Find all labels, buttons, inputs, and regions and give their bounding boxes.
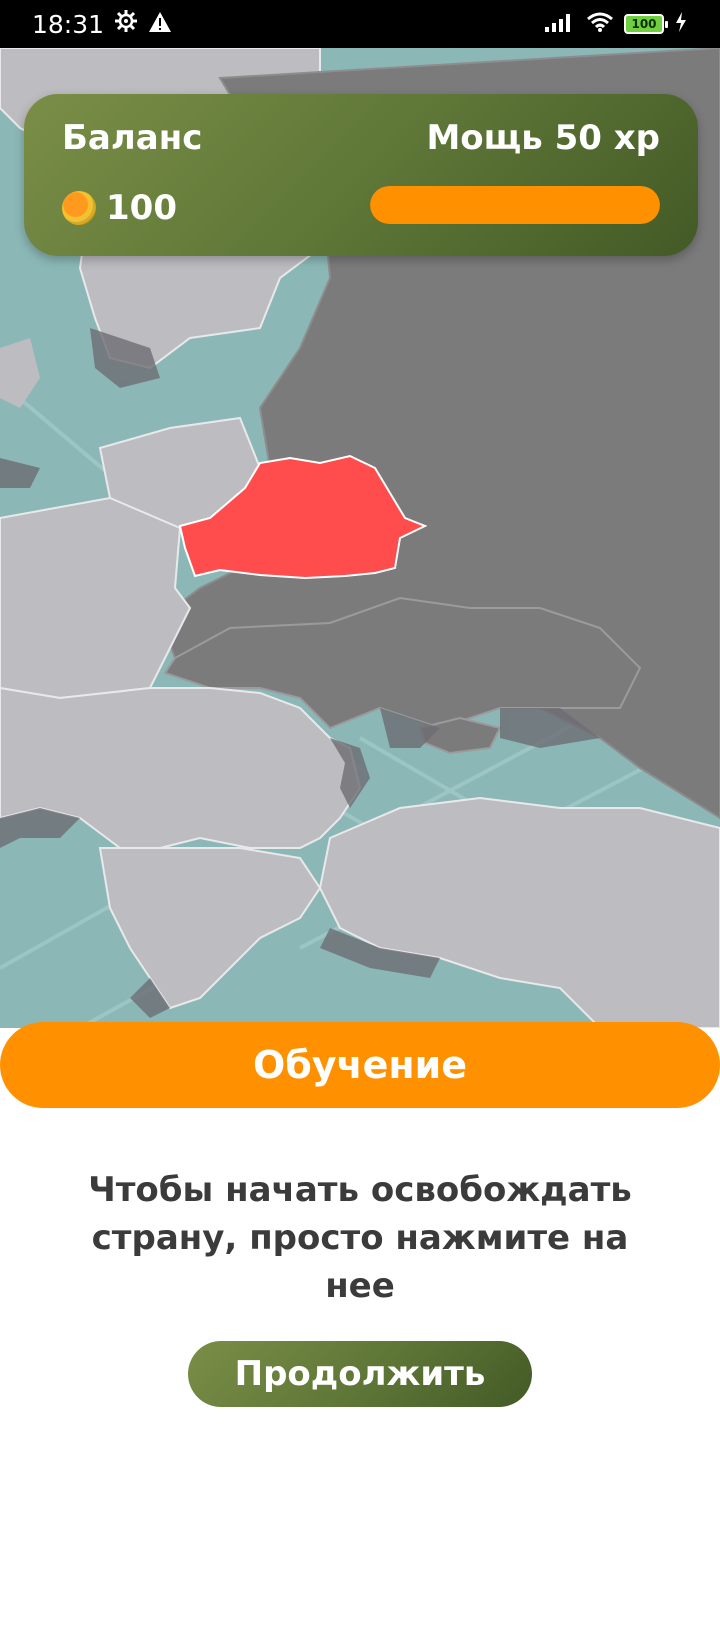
continue-label: Продолжить — [234, 1354, 486, 1394]
balance-label: Баланс — [62, 118, 203, 158]
wifi-icon — [586, 11, 614, 37]
status-right: 100 — [544, 11, 688, 37]
power-progress-bar — [370, 186, 660, 224]
status-left: 18:31 — [32, 9, 172, 39]
settings-icon — [114, 9, 138, 39]
tutorial-text: Чтобы начать освобождать страну, просто … — [88, 1170, 632, 1306]
power-progress-fill — [370, 186, 660, 224]
power-label: Мощь 50 xp — [426, 118, 660, 158]
signal-icon — [544, 11, 576, 37]
coin-icon — [62, 191, 96, 225]
tutorial-header: Обучение — [0, 1022, 720, 1108]
status-bar: 18:31 100 — [0, 0, 720, 48]
status-time: 18:31 — [32, 9, 105, 39]
continue-button[interactable]: Продолжить — [188, 1341, 532, 1407]
game-screen: 18:31 100 Баланс Мощь 50 xp 100 Обучение… — [0, 0, 720, 1650]
hud-card: Баланс Мощь 50 xp 100 — [24, 94, 698, 256]
warning-icon — [148, 10, 172, 39]
tutorial-title: Обучение — [252, 1043, 468, 1087]
charging-icon — [674, 11, 688, 37]
balance-value: 100 — [106, 188, 177, 228]
battery-icon: 100 — [624, 14, 668, 34]
battery-level: 100 — [631, 17, 657, 31]
balance-display: 100 — [62, 188, 177, 228]
